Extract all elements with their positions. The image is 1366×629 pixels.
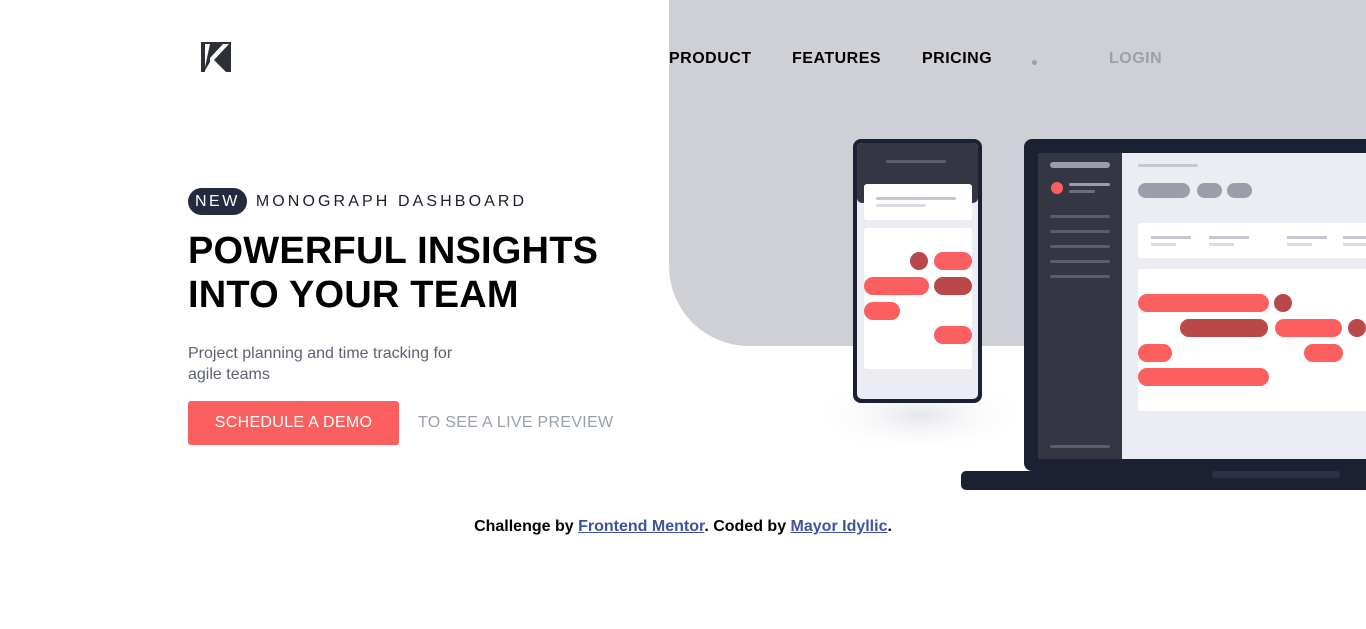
footer-prefix: Challenge by bbox=[474, 518, 579, 535]
hero-section: NEW MONOGRAPH DASHBOARD POWERFUL INSIGHT… bbox=[188, 188, 648, 445]
nav-item-product[interactable]: PRODUCT bbox=[669, 50, 752, 68]
nav-item-pricing[interactable]: PRICING bbox=[922, 50, 992, 68]
hero-actions: SCHEDULE A DEMO TO SEE A LIVE PREVIEW bbox=[188, 401, 613, 445]
frontend-mentor-link[interactable]: Frontend Mentor bbox=[578, 518, 704, 535]
attribution-footer: Challenge by Frontend Mentor. Coded by M… bbox=[0, 518, 1366, 536]
devices-illustration-graphic bbox=[810, 139, 1366, 490]
live-preview-link[interactable]: TO SEE A LIVE PREVIEW bbox=[418, 414, 613, 432]
author-link[interactable]: Mayor Idyllic bbox=[791, 518, 888, 535]
k-monogram-logo-icon bbox=[201, 42, 231, 72]
hero-headline: POWERFUL INSIGHTS INTO YOUR TEAM bbox=[188, 230, 599, 316]
hero-subtext: Project planning and time tracking for a… bbox=[188, 345, 453, 383]
login-link[interactable]: LOGIN bbox=[1109, 50, 1162, 68]
eyebrow: NEW MONOGRAPH DASHBOARD bbox=[188, 188, 648, 215]
eyebrow-text: MONOGRAPH DASHBOARD bbox=[255, 192, 528, 210]
logo-icon[interactable] bbox=[201, 42, 231, 72]
new-badge: NEW bbox=[188, 188, 247, 215]
devices-illustration bbox=[810, 130, 1366, 500]
nav-separator-dot bbox=[1032, 60, 1037, 65]
schedule-demo-button[interactable]: SCHEDULE A DEMO bbox=[188, 401, 399, 445]
nav-item-features[interactable]: FEATURES bbox=[792, 50, 881, 68]
footer-middle: . Coded by bbox=[704, 518, 791, 535]
footer-suffix: . bbox=[887, 518, 892, 535]
